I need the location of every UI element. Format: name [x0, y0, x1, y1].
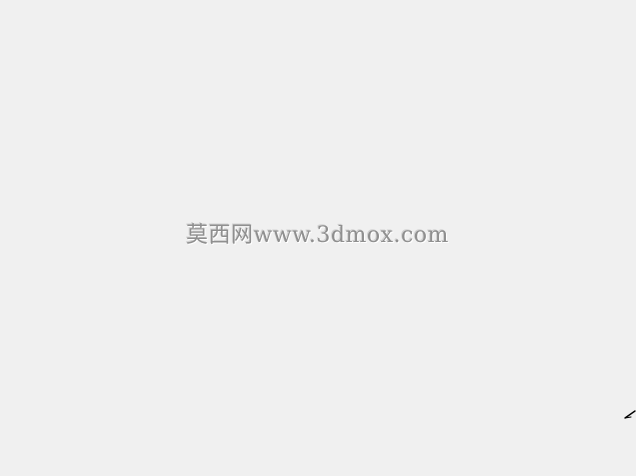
- watermark-text: 莫西网www.3dmox.com: [186, 223, 449, 248]
- cursor-arrow-icon: [624, 410, 636, 419]
- blank-canvas: 莫西网www.3dmox.com: [0, 0, 636, 476]
